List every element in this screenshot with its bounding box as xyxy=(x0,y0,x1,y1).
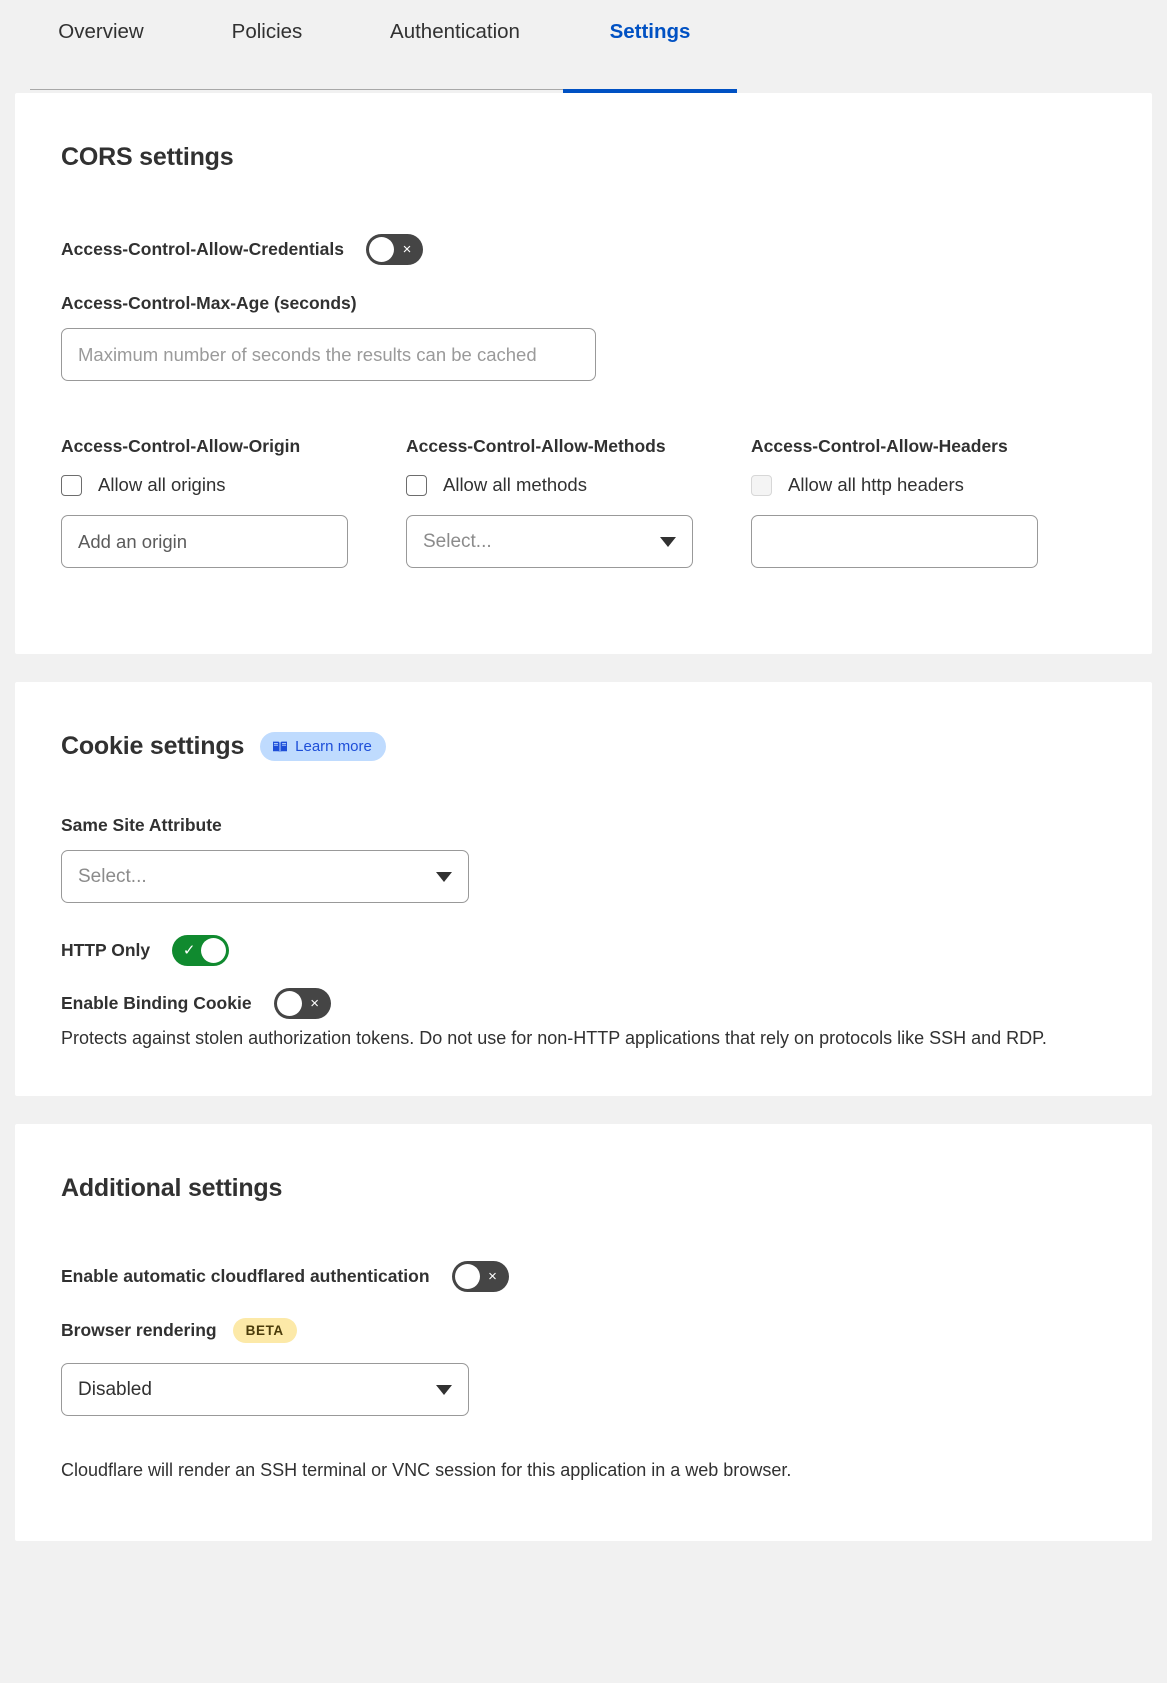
browser-rendering-select-wrap: Disabled xyxy=(61,1363,1106,1417)
beta-badge: BETA xyxy=(232,1318,297,1344)
max-age-label: Access-Control-Max-Age (seconds) xyxy=(61,293,357,313)
tab-authentication-label: Authentication xyxy=(390,20,520,43)
allow-headers-input[interactable] xyxy=(751,515,1038,568)
same-site-select[interactable]: Select... xyxy=(61,850,469,903)
http-only-label: HTTP Only xyxy=(61,940,151,960)
cookie-settings-card: Cookie settings Learn more Same Site Att… xyxy=(15,682,1152,1097)
allow-origin-label: Access-Control-Allow-Origin xyxy=(61,436,301,456)
tab-bar: Overview Policies Authentication Setting… xyxy=(0,0,1167,93)
allow-all-methods-checkbox[interactable] xyxy=(406,474,427,496)
browser-rendering-header: Browser rendering BETA xyxy=(61,1318,1106,1344)
cookie-settings-title: Cookie settings xyxy=(61,732,245,760)
browser-rendering-select[interactable]: Disabled xyxy=(61,1363,469,1417)
toggle-knob xyxy=(368,237,394,262)
allow-all-http-headers-checkbox[interactable] xyxy=(751,474,772,496)
book-icon xyxy=(272,740,288,754)
tab-authentication[interactable]: Authentication xyxy=(347,5,563,93)
same-site-label: Same Site Attribute xyxy=(61,815,222,835)
toggle-knob xyxy=(276,991,302,1016)
allow-all-origins-row: Allow all origins xyxy=(61,474,348,496)
additional-settings-title: Additional settings xyxy=(61,1174,283,1203)
cors-columns: Access-Control-Allow-Origin Allow all or… xyxy=(61,436,1106,568)
binding-cookie-description: Protects against stolen authorization to… xyxy=(61,1028,1047,1048)
tab-overview[interactable]: Overview xyxy=(15,5,187,93)
auto-cloudflared-row: Enable automatic cloudflared authenticat… xyxy=(61,1261,1106,1293)
binding-cookie-toggle[interactable]: × xyxy=(273,988,331,1019)
methods-select-value: Select... xyxy=(423,530,492,552)
auto-cloudflared-toggle[interactable]: × xyxy=(451,1261,509,1293)
methods-select-wrap: Select... xyxy=(406,515,693,568)
tab-overview-label: Overview xyxy=(58,20,144,43)
tab-list: Overview Policies Authentication Setting… xyxy=(15,0,1152,93)
allow-credentials-row: Access-Control-Allow-Credentials × xyxy=(61,234,1106,265)
learn-more-label: Learn more xyxy=(295,738,372,755)
auto-cloudflared-label: Enable automatic cloudflared authenticat… xyxy=(61,1266,430,1287)
allow-credentials-toggle[interactable]: × xyxy=(365,234,423,265)
cors-column-origin: Access-Control-Allow-Origin Allow all or… xyxy=(61,436,348,568)
allow-all-origins-label: Allow all origins xyxy=(98,474,226,495)
cors-column-methods: Access-Control-Allow-Methods Allow all m… xyxy=(406,436,693,568)
tab-policies[interactable]: Policies xyxy=(187,5,347,93)
toggle-knob xyxy=(454,1264,480,1290)
allow-all-methods-label: Allow all methods xyxy=(443,474,587,495)
additional-settings-card: Additional settings Enable automatic clo… xyxy=(15,1124,1152,1542)
cookie-settings-header: Cookie settings Learn more xyxy=(61,732,1106,761)
check-icon: ✓ xyxy=(182,942,196,959)
same-site-field-group: Same Site Attribute Select... xyxy=(61,815,1106,903)
cors-settings-title: CORS settings xyxy=(61,143,234,171)
max-age-field-group: Access-Control-Max-Age (seconds) xyxy=(61,293,1106,381)
allow-methods-label: Access-Control-Allow-Methods xyxy=(406,436,666,456)
tab-policies-label: Policies xyxy=(231,20,303,43)
allow-all-methods-row: Allow all methods xyxy=(406,474,693,496)
add-origin-input[interactable] xyxy=(61,515,348,568)
origin-input-wrap xyxy=(61,515,348,568)
allow-credentials-label: Access-Control-Allow-Credentials xyxy=(61,239,344,259)
tab-settings-label: Settings xyxy=(609,20,691,43)
browser-rendering-value: Disabled xyxy=(78,1378,152,1400)
allow-all-http-headers-label: Allow all http headers xyxy=(788,474,964,495)
cors-settings-card: CORS settings Access-Control-Allow-Crede… xyxy=(15,93,1152,654)
toggle-knob xyxy=(201,938,227,963)
cross-icon: × xyxy=(402,241,412,258)
allow-all-origins-checkbox[interactable] xyxy=(61,474,82,496)
browser-rendering-label: Browser rendering xyxy=(61,1320,217,1341)
cors-column-headers: Access-Control-Allow-Headers Allow all h… xyxy=(751,436,1038,568)
additional-settings-description: Cloudflare will render an SSH terminal o… xyxy=(61,1460,792,1481)
http-only-row: HTTP Only ✓ xyxy=(61,935,1106,966)
cross-icon: × xyxy=(310,995,319,1012)
binding-cookie-group: Enable Binding Cookie × Protects against… xyxy=(61,988,1106,1050)
allow-all-headers-row: Allow all http headers xyxy=(751,474,1038,496)
methods-select[interactable]: Select... xyxy=(406,515,693,568)
binding-cookie-label: Enable Binding Cookie xyxy=(61,993,252,1013)
cross-icon: × xyxy=(488,1268,497,1286)
headers-input-wrap xyxy=(751,515,1038,568)
tab-settings[interactable]: Settings xyxy=(563,5,737,93)
max-age-input[interactable] xyxy=(61,328,596,381)
http-only-toggle[interactable]: ✓ xyxy=(172,935,230,966)
learn-more-link[interactable]: Learn more xyxy=(260,732,386,761)
allow-headers-label: Access-Control-Allow-Headers xyxy=(751,436,1008,456)
binding-cookie-row: Enable Binding Cookie × xyxy=(61,988,1106,1019)
same-site-select-value: Select... xyxy=(78,865,147,887)
